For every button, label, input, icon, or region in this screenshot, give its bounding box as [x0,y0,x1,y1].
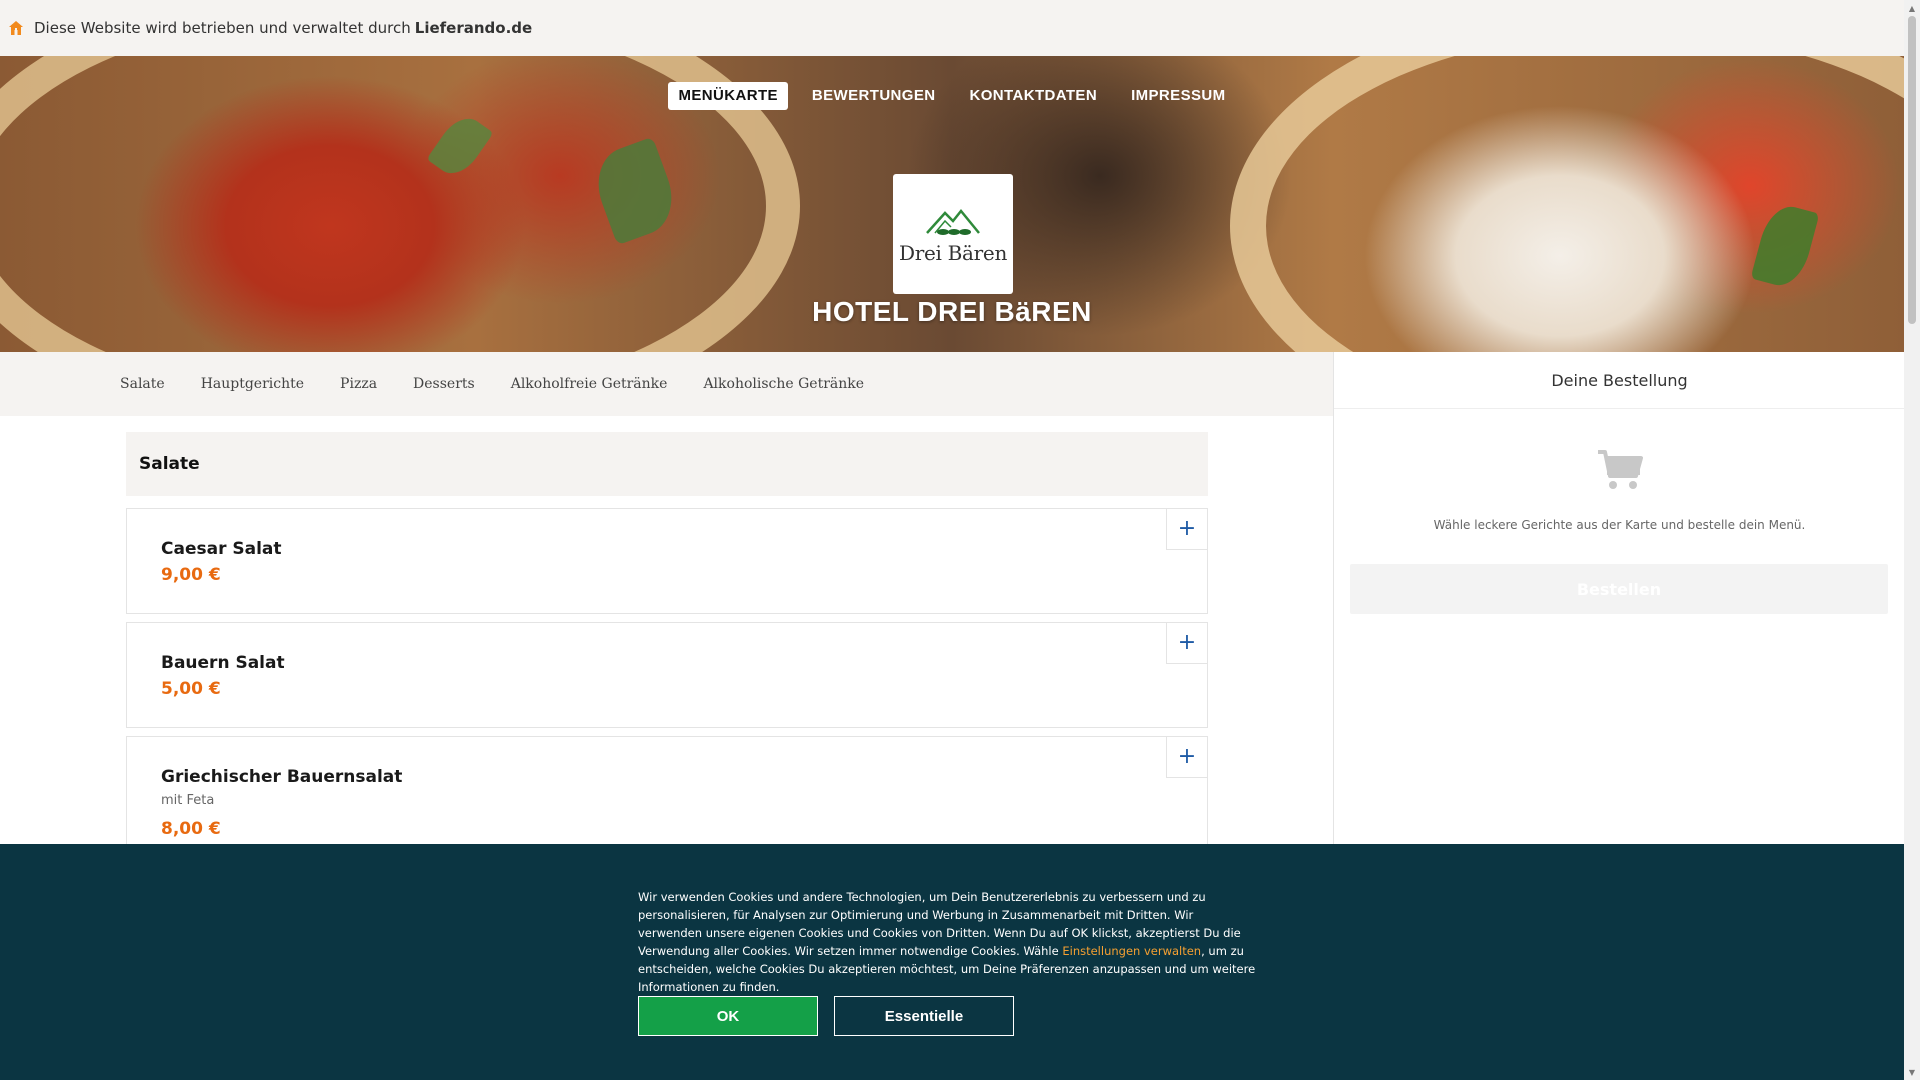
notice-brand-link[interactable]: Lieferando.de [415,19,532,37]
hero-banner: MENÜKARTE BEWERTUNGEN KONTAKTDATEN IMPRE… [0,56,1904,352]
category-link-alkoholische-getraenke[interactable]: Alkoholische Getränke [703,376,864,392]
page-scrollbar[interactable]: ▲ ▼ [1904,0,1920,1080]
category-link-hauptgerichte[interactable]: Hauptgerichte [201,376,304,392]
manage-settings-link[interactable]: Einstellungen verwalten [1062,944,1201,958]
menu-item-price: 5,00 € [161,679,221,699]
order-empty-hint: Wähle leckere Gerichte aus der Karte und… [1433,518,1806,532]
menu-item-name: Caesar Salat [161,539,282,559]
menu-item-name: Bauern Salat [161,653,285,673]
notice-text: Diese Website wird betrieben und verwalt… [34,19,411,37]
cookie-essential-button[interactable]: Essentielle [834,996,1014,1036]
logo-text: Drei Bären [898,241,1008,265]
home-icon [9,21,23,35]
restaurant-logo: Drei Bären [893,174,1013,294]
cookie-ok-button[interactable]: OK [638,996,818,1036]
order-button[interactable]: Bestellen [1350,564,1888,614]
operator-notice-bar: Diese Website wird betrieben und verwalt… [0,0,1904,56]
scrollbar-thumb[interactable] [1908,16,1916,324]
category-link-pizza[interactable]: Pizza [340,376,377,392]
nav-reviews[interactable]: BEWERTUNGEN [802,82,946,110]
top-navigation: MENÜKARTE BEWERTUNGEN KONTAKTDATEN IMPRE… [0,82,1904,110]
add-to-cart-button[interactable]: + [1166,509,1207,550]
scroll-down-arrow-icon[interactable]: ▼ [1904,1064,1920,1080]
mountain-bears-icon [926,209,980,235]
nav-contact[interactable]: KONTAKTDATEN [960,82,1108,110]
menu-item-price: 9,00 € [161,565,221,585]
menu-item-description: mit Feta [161,793,215,808]
menu-item-price: 8,00 € [161,819,221,839]
cookie-consent-banner: Wir verwenden Cookies und andere Technol… [0,844,1904,1080]
nav-menu-card[interactable]: MENÜKARTE [668,82,788,110]
section-heading-salate: Salate [126,432,1208,496]
menu-item[interactable]: Griechischer Bauernsalat mit Feta 8,00 €… [126,736,1208,846]
menu-item[interactable]: Bauern Salat 5,00 € + [126,622,1208,728]
category-link-salate[interactable]: Salate [120,376,165,392]
category-link-alkoholfreie-getraenke[interactable]: Alkoholfreie Getränke [511,376,668,392]
nav-imprint[interactable]: IMPRESSUM [1121,82,1235,110]
scroll-up-arrow-icon[interactable]: ▲ [1904,0,1920,16]
shopping-cart-icon [1598,450,1643,489]
order-title: Deine Bestellung [1334,352,1905,409]
add-to-cart-button[interactable]: + [1166,737,1207,778]
category-link-desserts[interactable]: Desserts [413,376,475,392]
category-navigation: Salate Hauptgerichte Pizza Desserts Alko… [0,352,1333,416]
menu-item-name: Griechischer Bauernsalat [161,767,403,787]
add-to-cart-button[interactable]: + [1166,623,1207,664]
cookie-text: Wir verwenden Cookies und andere Technol… [638,888,1260,996]
menu-item[interactable]: Caesar Salat 9,00 € + [126,508,1208,614]
restaurant-name: HOTEL DREI BäREN [812,296,1092,327]
